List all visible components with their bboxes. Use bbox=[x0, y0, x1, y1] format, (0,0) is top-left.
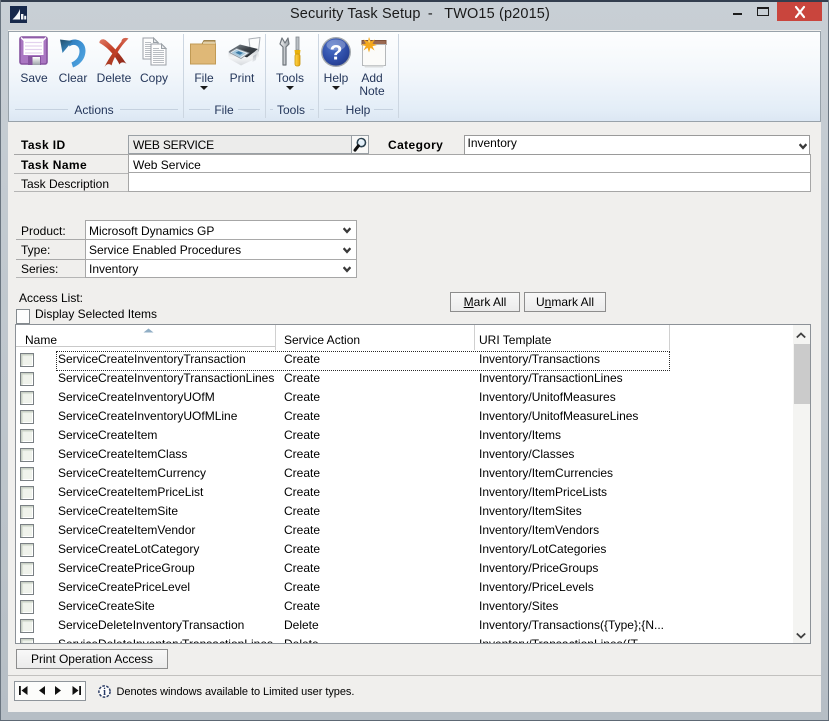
svg-text:i: i bbox=[103, 687, 106, 698]
svg-text:?: ? bbox=[330, 42, 343, 65]
